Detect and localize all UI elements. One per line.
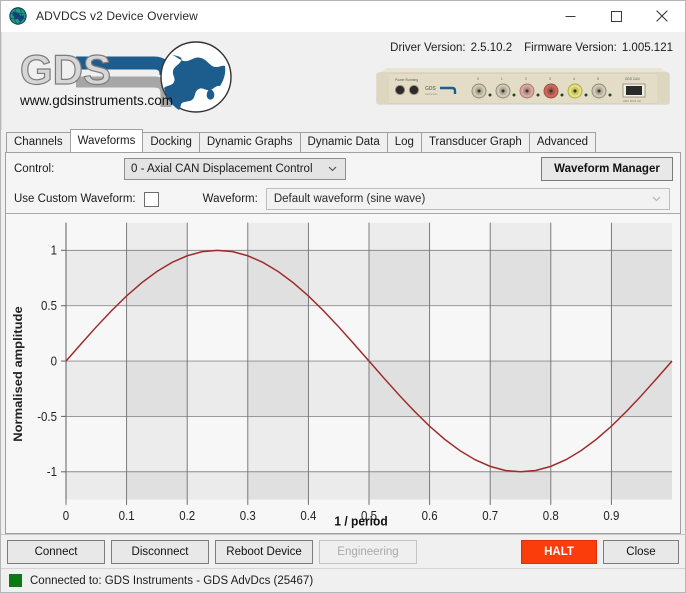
svg-text:0.1: 0.1 [119, 509, 135, 524]
tab-waveforms[interactable]: Waveforms [70, 129, 144, 152]
tab-transducer-graph[interactable]: Transducer Graph [421, 132, 530, 152]
svg-text:-1: -1 [47, 465, 58, 480]
svg-text:0: 0 [477, 77, 479, 81]
waveform-label: Waveform: [203, 193, 258, 205]
waveform-row: Use Custom Waveform: Waveform: Default w… [6, 185, 680, 213]
connection-status-text: Connected to: GDS Instruments - GDS AdvD… [30, 575, 313, 587]
svg-text:3: 3 [549, 77, 551, 81]
tab-dynamic-data[interactable]: Dynamic Data [300, 132, 388, 152]
svg-text:0: 0 [63, 509, 70, 524]
driver-version-label: Driver Version: [390, 42, 465, 54]
maximize-button[interactable] [593, 1, 639, 32]
svg-text:1: 1 [501, 77, 503, 81]
firmware-version-label: Firmware Version: [524, 42, 617, 54]
chevron-down-icon [652, 194, 661, 203]
waveform-plot: 10.50-0.5-100.10.20.30.40.50.60.70.80.9 … [6, 214, 680, 533]
svg-text:0.4: 0.4 [300, 509, 316, 524]
tab-log[interactable]: Log [387, 132, 422, 152]
svg-text:0.3: 0.3 [240, 509, 256, 524]
waveform-select-value: Default waveform (sine wave) [274, 193, 425, 205]
svg-text:-0.5: -0.5 [37, 409, 57, 424]
control-select-value: 0 - Axial CAN Displacement Control [131, 163, 313, 175]
svg-text:5: 5 [597, 77, 599, 81]
use-custom-waveform-label: Use Custom Waveform: [14, 193, 136, 205]
header-banner: GDS www.gdsinstruments.com Driver Versio… [1, 32, 685, 130]
control-select[interactable]: 0 - Axial CAN Displacement Control [124, 158, 346, 180]
tab-advanced[interactable]: Advanced [529, 132, 596, 152]
close-button-bottom[interactable]: Close [603, 540, 679, 564]
title-bar: ADVDCS v2 Device Overview [1, 1, 685, 32]
svg-text:0: 0 [51, 354, 58, 369]
svg-text:www.gdsinstruments.com: www.gdsinstruments.com [19, 93, 173, 108]
svg-text:ADV DCS V2: ADV DCS V2 [623, 99, 641, 103]
close-button[interactable] [639, 1, 685, 32]
tab-docking[interactable]: Docking [142, 132, 200, 152]
svg-text:instruments: instruments [425, 93, 438, 96]
chevron-down-icon [328, 164, 337, 173]
svg-text:0.6: 0.6 [422, 509, 438, 524]
svg-text:2: 2 [525, 77, 527, 81]
waveform-manager-button[interactable]: Waveform Manager [541, 157, 673, 181]
x-axis-label: 1 / period [334, 514, 387, 529]
svg-text:0.8: 0.8 [543, 509, 559, 524]
connection-status-led [9, 574, 22, 587]
waveform-chart: 10.50-0.5-100.10.20.30.40.50.60.70.80.9 … [6, 213, 680, 533]
firmware-version-value: 1.005.121 [622, 42, 673, 54]
svg-text:0.9: 0.9 [603, 509, 619, 524]
version-info: Driver Version: 2.5.10.2 Firmware Version:… [390, 42, 673, 54]
application-window: ADVDCS v2 Device Overview [0, 0, 686, 593]
svg-text:GDS CAN: GDS CAN [625, 77, 640, 81]
svg-text:0.5: 0.5 [41, 299, 57, 314]
svg-text:GDS: GDS [425, 86, 437, 92]
y-axis-label: Normalised amplitude [11, 306, 24, 441]
control-row: Control: 0 - Axial CAN Displacement Cont… [6, 153, 680, 185]
svg-text:4: 4 [573, 77, 575, 81]
disconnect-button[interactable]: Disconnect [111, 540, 209, 564]
svg-text:1: 1 [51, 243, 58, 258]
gds-logo: GDS www.gdsinstruments.com [14, 37, 244, 117]
reboot-device-button[interactable]: Reboot Device [215, 540, 313, 564]
svg-text:Power Running: Power Running [395, 78, 418, 82]
tab-dynamic-graphs[interactable]: Dynamic Graphs [199, 132, 301, 152]
waveform-select[interactable]: Default waveform (sine wave) [266, 188, 670, 210]
device-photo: Power Running GDS instruments 0 1 [373, 64, 673, 119]
globe-icon [9, 7, 27, 25]
status-bar: Connected to: GDS Instruments - GDS AdvD… [1, 568, 685, 592]
window-title: ADVDCS v2 Device Overview [36, 9, 198, 23]
svg-text:GDS: GDS [20, 46, 111, 93]
connect-button[interactable]: Connect [7, 540, 105, 564]
engineering-button: Engineering [319, 540, 417, 564]
tab-channels[interactable]: Channels [6, 132, 71, 152]
action-button-bar: Connect Disconnect Reboot Device Enginee… [1, 534, 685, 568]
window-controls [547, 1, 685, 32]
svg-text:0.2: 0.2 [179, 509, 195, 524]
minimize-button[interactable] [547, 1, 593, 32]
svg-text:0.7: 0.7 [482, 509, 498, 524]
waveforms-panel: Control: 0 - Axial CAN Displacement Cont… [5, 152, 681, 534]
control-label: Control: [14, 163, 124, 175]
use-custom-waveform-checkbox[interactable] [144, 192, 159, 207]
halt-button[interactable]: HALT [521, 540, 597, 564]
tab-bar: Channels Waveforms Docking Dynamic Graph… [1, 130, 685, 152]
driver-version-value: 2.5.10.2 [471, 42, 513, 54]
